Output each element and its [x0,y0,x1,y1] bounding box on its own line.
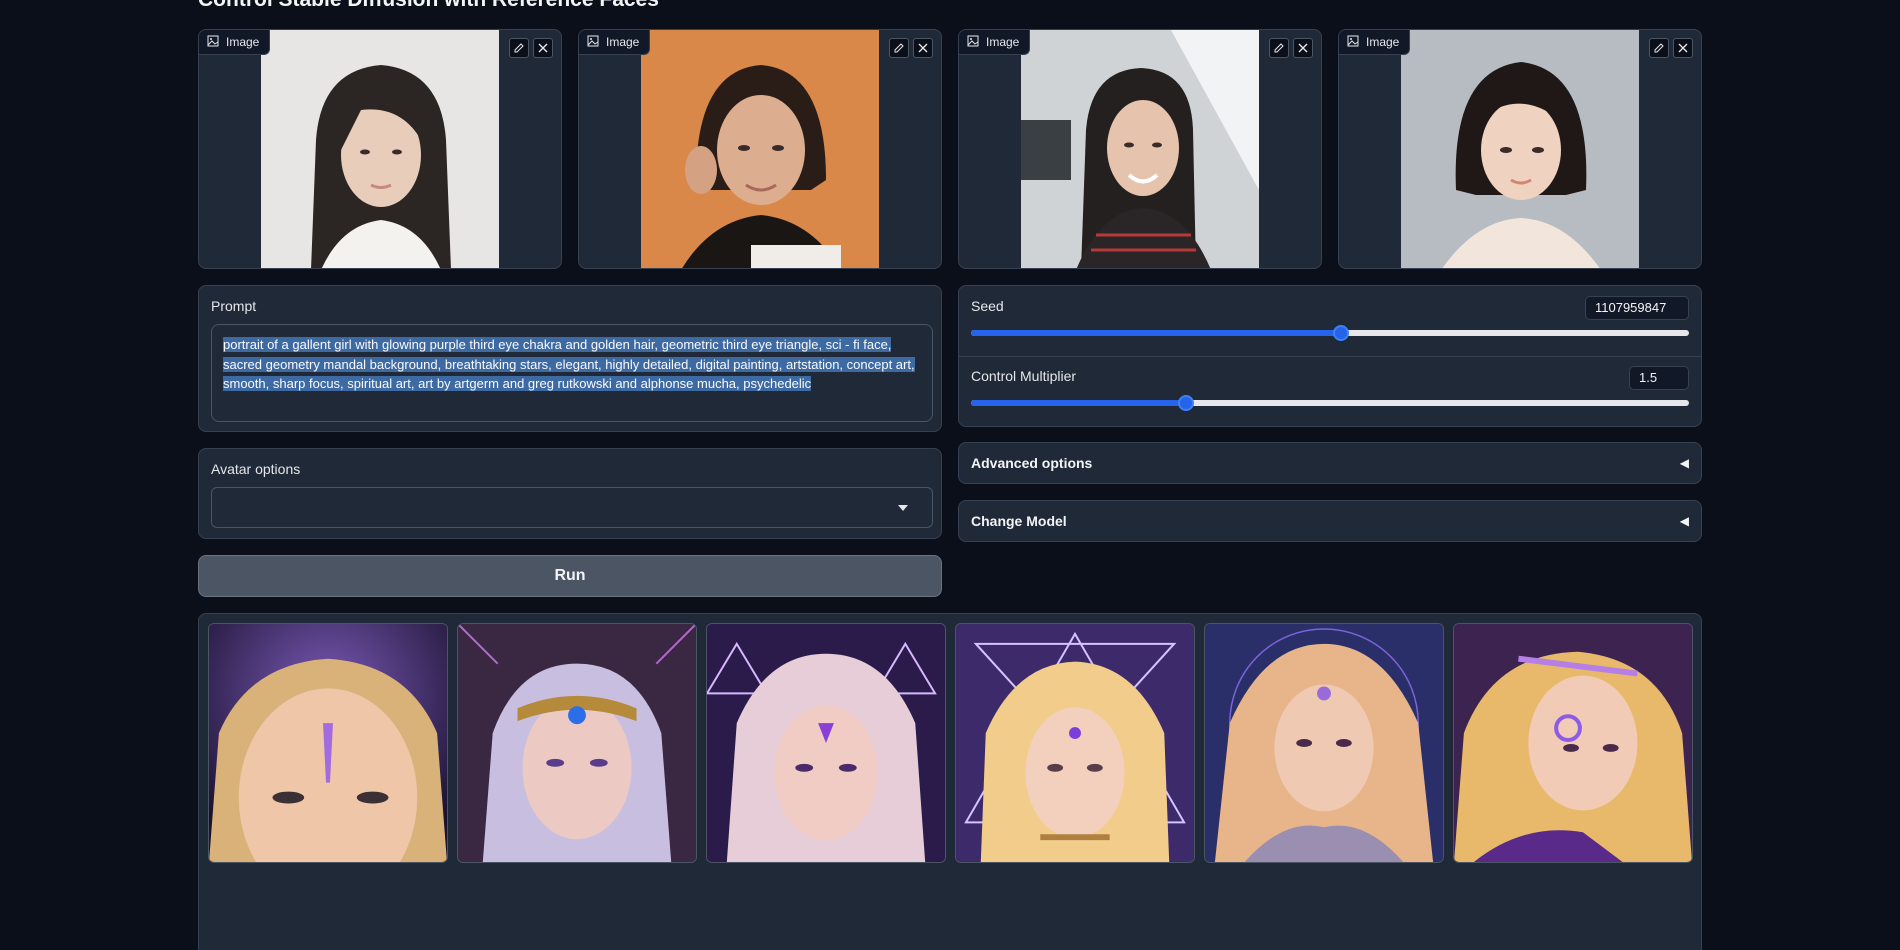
avatar-options-label: Avatar options [211,461,301,477]
change-model-accordion[interactable]: Change Model ◀ [958,500,1702,542]
close-icon[interactable] [913,38,933,58]
reference-image-3[interactable]: Image [958,29,1322,269]
seed-slider[interactable] [971,325,1689,341]
avatar-options-dropdown[interactable] [211,487,933,528]
edit-icon[interactable] [889,38,909,58]
image-icon [207,35,219,50]
image-label: Image [579,30,651,55]
seed-slider-thumb[interactable] [1333,325,1350,341]
prompt-label: Prompt [211,298,257,314]
image-label: Image [1339,30,1411,55]
gallery-image-5[interactable] [1204,623,1444,863]
control-multiplier-input[interactable]: 1.5 [1629,366,1689,390]
gallery-image-2[interactable] [457,623,697,863]
seed-input[interactable]: 1107959847 [1585,296,1689,320]
reference-photo [641,30,879,268]
sliders-panel: Seed 1107959847 Control Multiplier 1.5 [958,285,1702,427]
divider [959,356,1701,357]
prompt-text: portrait of a gallent girl with glowing … [223,337,915,391]
reference-image-4[interactable]: Image [1338,29,1702,269]
edit-icon[interactable] [509,38,529,58]
image-label: Image [199,30,271,55]
image-icon [967,35,979,50]
image-label: Image [959,30,1031,55]
change-model-label: Change Model [971,513,1067,529]
seed-slider-fill [971,330,1342,336]
reference-photo [261,30,499,268]
collapse-arrow-icon: ◀ [1679,514,1689,528]
page-title: Control Stable Diffusion with Reference … [198,0,659,12]
control-multiplier-slider-thumb[interactable] [1178,395,1195,411]
run-button[interactable]: Run [198,555,942,597]
gallery-image-1[interactable] [208,623,448,863]
chevron-down-icon [898,505,908,511]
seed-label: Seed [971,298,1004,314]
advanced-options-label: Advanced options [971,455,1093,471]
gallery-image-4[interactable] [955,623,1195,863]
avatar-options-panel: Avatar options [198,448,942,539]
output-gallery [198,613,1702,950]
image-icon [1347,35,1359,50]
gallery-image-6[interactable] [1453,623,1693,863]
control-multiplier-slider-fill [971,400,1187,406]
prompt-panel: Prompt portrait of a gallent girl with g… [198,285,942,432]
control-multiplier-label: Control Multiplier [971,368,1077,384]
image-icon [587,35,599,50]
prompt-textarea[interactable]: portrait of a gallent girl with glowing … [211,324,933,422]
collapse-arrow-icon: ◀ [1679,456,1689,470]
reference-image-1[interactable]: Image [198,29,562,269]
reference-photo [1021,30,1259,268]
gallery-image-3[interactable] [706,623,946,863]
advanced-options-accordion[interactable]: Advanced options ◀ [958,442,1702,484]
control-multiplier-slider[interactable] [971,395,1689,411]
close-icon[interactable] [1293,38,1313,58]
reference-image-2[interactable]: Image [578,29,942,269]
edit-icon[interactable] [1269,38,1289,58]
edit-icon[interactable] [1649,38,1669,58]
reference-photo [1401,30,1639,268]
close-icon[interactable] [1673,38,1693,58]
close-icon[interactable] [533,38,553,58]
